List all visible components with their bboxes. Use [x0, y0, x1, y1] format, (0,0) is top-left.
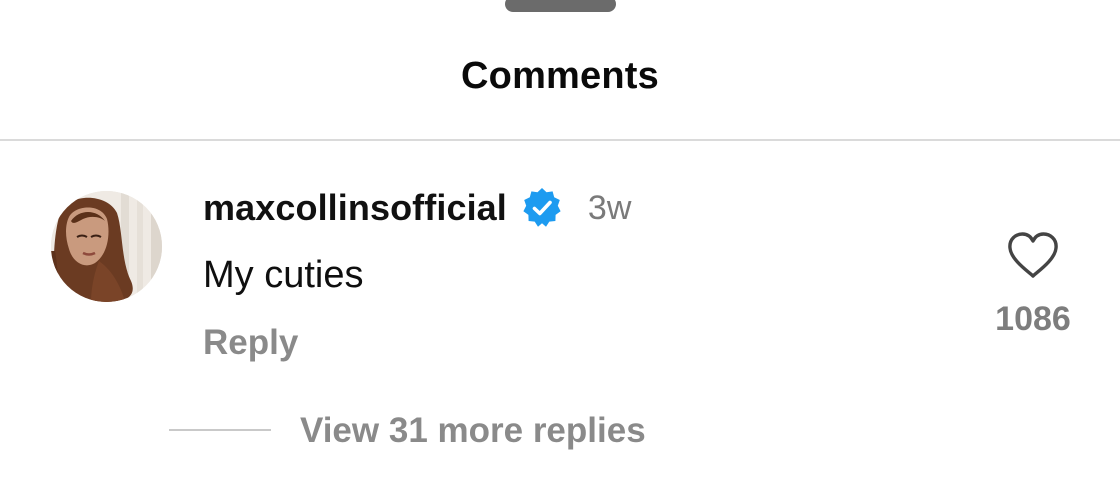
comment-username[interactable]: maxcollinsofficial	[203, 187, 507, 229]
sheet-title: Comments	[461, 55, 659, 97]
verified-badge-icon	[520, 186, 564, 230]
header-divider	[0, 139, 1120, 141]
avatar[interactable]	[51, 191, 162, 302]
heart-outline-icon	[1008, 232, 1058, 278]
view-more-replies-button[interactable]: View 31 more replies	[300, 408, 646, 454]
replies-divider-line	[169, 429, 271, 431]
comment-text: My cuties	[203, 254, 364, 296]
drag-handle[interactable]	[505, 0, 616, 12]
like-count: 1086	[995, 300, 1071, 338]
comments-sheet: Comments maxcollinsofficial 3w My cuties…	[0, 0, 1120, 492]
comment-timestamp: 3w	[587, 188, 632, 227]
like-button[interactable]	[1007, 232, 1059, 280]
reply-button[interactable]: Reply	[203, 320, 298, 366]
avatar-image	[51, 191, 162, 302]
comment-header: maxcollinsofficial 3w	[203, 184, 631, 232]
